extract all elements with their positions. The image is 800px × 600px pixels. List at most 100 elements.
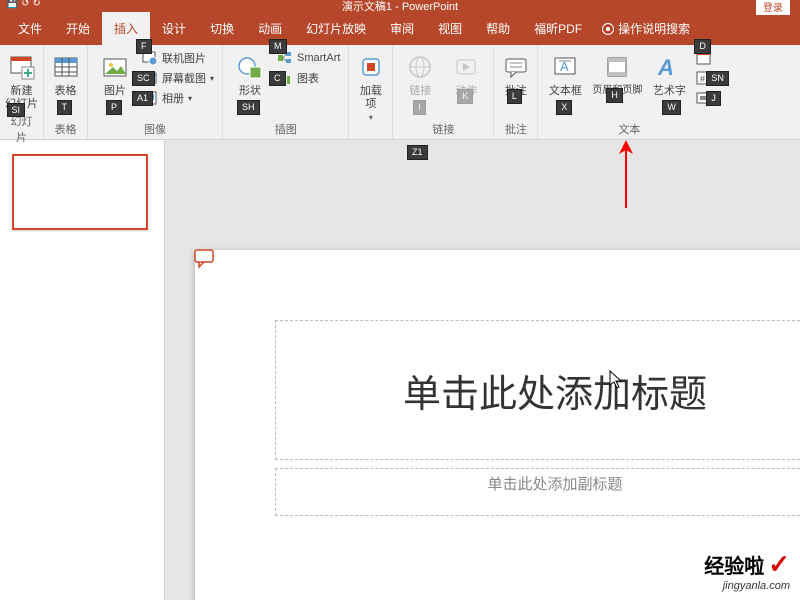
album-button[interactable]: 相册 ▾ A1: [140, 89, 216, 107]
new-slide-icon: [6, 51, 38, 83]
checkmark-icon: ✓: [768, 549, 790, 580]
tab-review[interactable]: 审阅: [378, 12, 426, 45]
group-label: 文本: [618, 121, 640, 137]
svg-text:A: A: [657, 55, 674, 80]
screenshot-label: 屏幕截图: [162, 70, 206, 86]
comment-icon: [500, 51, 532, 83]
title-placeholder[interactable]: 单击此处添加标题: [275, 320, 800, 460]
slide-number-button[interactable]: # SN: [694, 69, 714, 87]
watermark-url: jingyanla.com: [704, 580, 790, 592]
album-label: 相册: [162, 90, 184, 106]
subtitle-placeholder-text: 单击此处添加副标题: [487, 473, 622, 494]
title-bar: 💾 ↺ ↻ 演示文稿1 - PowerPoint 登录: [0, 0, 800, 12]
tab-view[interactable]: 视图: [426, 12, 474, 45]
online-pictures-label: 联机图片: [162, 50, 206, 66]
textbox-icon: A: [549, 51, 581, 83]
group-comments: 批注 L 批注: [494, 45, 538, 139]
table-button[interactable]: 表格 ▾ T: [45, 49, 87, 111]
chart-label: 图表: [297, 70, 319, 86]
wordart-label: 艺术字: [653, 85, 686, 98]
group-illustrations: 形状 ▾ SH M SmartArt C 图表 插图: [223, 45, 349, 139]
key-tip: I: [413, 100, 426, 115]
slide-canvas-area[interactable]: 单击此处添加标题 单击此处添加副标题: [165, 140, 800, 600]
table-icon: [50, 51, 82, 83]
key-tip: C: [269, 71, 286, 86]
addins-icon: [355, 51, 387, 83]
key-tip: K: [457, 89, 473, 104]
action-button: 动作 K: [445, 49, 487, 100]
watermark-text: 经验啦: [704, 550, 764, 579]
tab-home[interactable]: 开始: [54, 12, 102, 45]
tab-help[interactable]: 帮助: [474, 12, 522, 45]
smartart-label: SmartArt: [297, 52, 340, 64]
smartart-button[interactable]: M SmartArt: [275, 49, 342, 67]
chart-button[interactable]: C 图表: [275, 69, 342, 87]
ribbon-tabs: 文件 开始 插入 设计 切换 动画 幻灯片放映 审阅 视图 帮助 福昕PDF 操…: [0, 12, 800, 45]
object-button[interactable]: J: [694, 89, 714, 107]
bulb-icon: [602, 23, 614, 35]
key-tip: P: [106, 100, 122, 115]
new-slide-button[interactable]: 新建 幻灯片 SI: [1, 49, 43, 113]
online-pictures-button[interactable]: 联机图片 F: [140, 49, 216, 67]
date-time-button[interactable]: D: [694, 49, 714, 67]
key-tip: SC: [132, 71, 155, 86]
action-icon: [450, 51, 482, 83]
key-tip: T: [57, 100, 73, 115]
save-icon[interactable]: 💾 ↺ ↻: [6, 0, 41, 9]
subtitle-placeholder[interactable]: 单击此处添加副标题: [275, 468, 800, 516]
group-links: 链接 ▾ I 动作 K 链接: [393, 45, 494, 139]
key-tip: M: [269, 39, 287, 54]
group-tables: 表格 ▾ T 表格: [44, 45, 88, 139]
key-tip: J: [706, 91, 721, 106]
comment-marker-icon[interactable]: [194, 249, 216, 269]
shapes-button[interactable]: 形状 ▾ SH: [229, 49, 271, 111]
slide-thumbnails-panel[interactable]: [0, 140, 165, 600]
ribbon-insert: 新建 幻灯片 SI 幻灯片 表格 ▾ T 表格 图片: [0, 45, 800, 140]
tab-slideshow[interactable]: 幻灯片放映: [294, 12, 378, 45]
wordart-icon: A: [653, 51, 685, 83]
group-text: A 文本框 ▾ X 页眉和页脚 H A 艺术字 ▾ W D: [538, 45, 720, 139]
wordart-button[interactable]: A 艺术字 ▾ W: [648, 49, 690, 111]
slide-thumbnail-1[interactable]: [12, 154, 148, 230]
key-tip: X: [556, 100, 572, 115]
tab-file[interactable]: 文件: [6, 12, 54, 45]
watermark: 经验啦 ✓ jingyanla.com: [704, 549, 790, 592]
pictures-label: 图片: [104, 85, 126, 98]
login-button[interactable]: 登录: [756, 0, 790, 15]
key-tip: F: [136, 39, 152, 54]
pictures-button[interactable]: 图片 ▾ P: [94, 49, 136, 111]
addins-button[interactable]: 加载 项 ▾: [350, 49, 392, 124]
link-label: 链接: [409, 85, 431, 98]
chevron-down-icon: ▾: [369, 113, 373, 122]
group-addins: 加载 项 ▾: [349, 45, 393, 139]
tab-foxit[interactable]: 福昕PDF: [522, 12, 594, 45]
screenshot-button[interactable]: SC 屏幕截图 ▾: [140, 69, 216, 87]
key-tip: W: [662, 100, 681, 115]
shapes-icon: [234, 51, 266, 83]
addins-label: 加载 项: [360, 85, 382, 111]
comment-button[interactable]: 批注 L: [495, 49, 537, 100]
group-label: [369, 125, 372, 137]
table-label: 表格: [55, 85, 77, 98]
group-label: 链接: [432, 121, 454, 137]
group-label: 表格: [55, 121, 77, 137]
workspace: 单击此处添加标题 单击此处添加副标题: [0, 140, 800, 600]
link-icon: [404, 51, 436, 83]
key-tip: H: [606, 88, 623, 103]
tell-me-search[interactable]: 操作说明搜索: [602, 20, 690, 37]
textbox-button[interactable]: A 文本框 ▾ X: [544, 49, 586, 111]
header-footer-icon: [601, 51, 633, 83]
group-slides: 新建 幻灯片 SI 幻灯片: [0, 45, 44, 139]
slide[interactable]: 单击此处添加标题 单击此处添加副标题: [195, 250, 800, 600]
group-label: 插图: [275, 121, 297, 137]
tell-me-label: 操作说明搜索: [618, 20, 690, 37]
key-tip: A1: [132, 91, 153, 106]
header-footer-button[interactable]: 页眉和页脚 H: [590, 49, 644, 99]
tab-design[interactable]: 设计: [150, 12, 198, 45]
group-label: 批注: [505, 121, 527, 137]
pictures-icon: [99, 51, 131, 83]
key-tip: D: [694, 39, 711, 54]
textbox-label: 文本框: [549, 85, 582, 98]
tab-transitions[interactable]: 切换: [198, 12, 246, 45]
document-title: 演示文稿1 - PowerPoint: [342, 0, 458, 14]
